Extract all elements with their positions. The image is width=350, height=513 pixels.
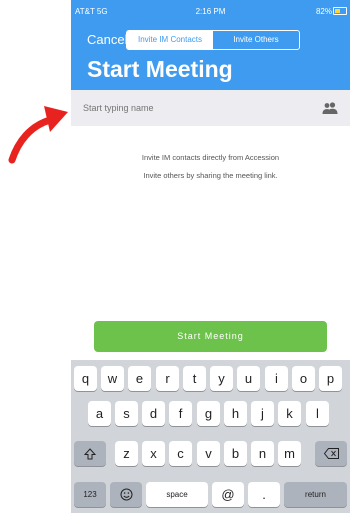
cancel-button[interactable]: Cancel [87,32,127,47]
search-bar [71,90,350,126]
key-r[interactable]: r [156,366,179,391]
key-d[interactable]: d [142,401,165,426]
status-bar: AT&T 5G 2:16 PM 82% [71,0,350,20]
key-w[interactable]: w [101,366,124,391]
numbers-key[interactable]: 123 [74,482,106,507]
key-q[interactable]: q [74,366,97,391]
battery-percent: 82% [315,7,332,16]
backspace-key[interactable] [315,441,347,466]
battery-icon [333,7,347,15]
keyboard: q w e r t y u i o p a s d f g h j k l z [71,360,350,513]
clock: 2:16 PM [195,7,226,16]
key-j[interactable]: j [251,401,274,426]
tab-invite-im-contacts[interactable]: Invite IM Contacts [127,31,213,49]
page-title: Start Meeting [87,56,233,82]
header: AT&T 5G 2:16 PM 82% Cancel Invite IM Con… [71,0,350,90]
key-h[interactable]: h [224,401,247,426]
phone-screen: AT&T 5G 2:16 PM 82% Cancel Invite IM Con… [71,0,350,513]
key-f[interactable]: f [169,401,192,426]
key-c[interactable]: c [169,441,192,466]
key-m[interactable]: m [278,441,301,466]
key-x[interactable]: x [142,441,165,466]
info-text-share-link: Invite others by sharing the meeting lin… [143,171,278,180]
key-e[interactable]: e [128,366,151,391]
info-text-im-contacts: Invite IM contacts directly from Accessi… [141,153,280,162]
backspace-icon [323,448,339,459]
key-p[interactable]: p [319,366,342,391]
return-key[interactable]: return [284,482,347,507]
space-key[interactable]: space [146,482,208,507]
tab-invite-others[interactable]: Invite Others [213,31,299,49]
emoji-key[interactable] [110,482,142,507]
key-i[interactable]: i [265,366,288,391]
start-meeting-button[interactable]: Start Meeting [94,321,327,352]
invite-segmented-control: Invite IM Contacts Invite Others [126,30,300,50]
key-g[interactable]: g [197,401,220,426]
key-u[interactable]: u [237,366,260,391]
keyboard-row-1: q w e r t y u i o p [71,366,350,392]
emoji-icon [120,488,132,501]
key-v[interactable]: v [197,441,220,466]
key-t[interactable]: t [183,366,206,391]
shift-key[interactable] [74,441,106,466]
key-z[interactable]: z [115,441,138,466]
key-k[interactable]: k [278,401,301,426]
key-o[interactable]: o [292,366,315,391]
contacts-icon[interactable] [322,100,338,116]
key-n[interactable]: n [251,441,274,466]
at-key[interactable]: @ [212,482,244,507]
shift-icon [84,447,96,459]
key-b[interactable]: b [224,441,247,466]
key-y[interactable]: y [210,366,233,391]
keyboard-row-2: a s d f g h j k l [71,401,350,427]
key-l[interactable]: l [306,401,329,426]
keyboard-row-4: 123 space @ . return [71,482,350,508]
name-search-input[interactable] [83,98,303,118]
keyboard-row-3: z x c v b n m [71,441,350,467]
dot-key[interactable]: . [248,482,280,507]
red-arrow-annotation [8,106,68,164]
key-s[interactable]: s [115,401,138,426]
key-a[interactable]: a [88,401,111,426]
